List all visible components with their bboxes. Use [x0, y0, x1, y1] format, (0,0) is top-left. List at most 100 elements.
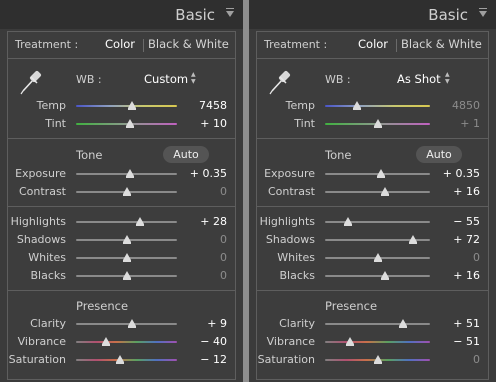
- slider-value[interactable]: 7458: [187, 99, 227, 112]
- wb-select[interactable]: As Shot: [397, 72, 441, 86]
- presence-title: Presence: [325, 299, 378, 313]
- slider-thumb[interactable]: [122, 253, 131, 262]
- wb-label: WB :: [325, 73, 351, 86]
- slider-thumb[interactable]: [398, 319, 407, 328]
- slider-label: Highlights: [259, 215, 315, 228]
- up-down-arrows-icon[interactable]: ▲ ▼: [191, 71, 196, 85]
- slider-label: Saturation: [257, 353, 315, 366]
- panel-header[interactable]: Basic: [0, 0, 243, 29]
- slider-thumb[interactable]: [127, 101, 136, 110]
- slider-thumb[interactable]: [409, 235, 418, 244]
- treatment-color-option[interactable]: Color: [358, 37, 388, 51]
- slider-track-highlights[interactable]: [76, 221, 177, 223]
- slider-track-blacks[interactable]: [325, 275, 430, 277]
- slider-label: Temp: [36, 99, 66, 112]
- up-down-arrows-icon[interactable]: ▲ ▼: [445, 71, 450, 85]
- slider-track-saturation[interactable]: [76, 359, 177, 361]
- slider-value[interactable]: 0: [187, 233, 227, 246]
- slider-value[interactable]: + 0.35: [187, 167, 227, 180]
- presence-title: Presence: [76, 299, 129, 313]
- slider-track-temp[interactable]: [76, 105, 177, 107]
- slider-thumb[interactable]: [102, 337, 111, 346]
- slider-value[interactable]: + 16: [440, 185, 480, 198]
- divider: [8, 206, 235, 207]
- slider-thumb[interactable]: [352, 101, 361, 110]
- divider: [8, 290, 235, 291]
- slider-thumb[interactable]: [122, 271, 131, 280]
- tone-title: Tone: [76, 148, 103, 162]
- slider-value[interactable]: 0: [440, 251, 480, 264]
- panel-title: Basic: [428, 6, 468, 24]
- slider-value[interactable]: − 51: [440, 335, 480, 348]
- slider-track-clarity[interactable]: [76, 323, 177, 325]
- slider-label: Clarity: [279, 317, 315, 330]
- slider-thumb[interactable]: [122, 235, 131, 244]
- slider-thumb[interactable]: [376, 169, 385, 178]
- divider: [257, 206, 488, 207]
- treatment-bw-option[interactable]: Black & White: [401, 37, 482, 51]
- slider-label: Blacks: [279, 269, 316, 282]
- slider-thumb[interactable]: [122, 187, 131, 196]
- slider-value[interactable]: + 9: [187, 317, 227, 330]
- slider-track-highlights[interactable]: [325, 221, 430, 223]
- slider-label: Contrast: [18, 185, 66, 198]
- treatment-divider: [143, 39, 144, 52]
- slider-label: Saturation: [8, 353, 66, 366]
- divider: [257, 290, 488, 291]
- slider-label: Vibrance: [266, 335, 315, 348]
- slider-value[interactable]: + 10: [187, 117, 227, 130]
- slider-value[interactable]: + 72: [440, 233, 480, 246]
- slider-thumb[interactable]: [135, 217, 144, 226]
- wb-label: WB :: [76, 73, 102, 86]
- collapse-triangle-icon[interactable]: [226, 8, 234, 17]
- slider-thumb[interactable]: [125, 169, 134, 178]
- slider-value[interactable]: − 55: [440, 215, 480, 228]
- slider-track-contrast[interactable]: [325, 191, 430, 193]
- panel-header[interactable]: Basic: [249, 0, 496, 29]
- slider-value[interactable]: + 0.35: [440, 167, 480, 180]
- slider-thumb[interactable]: [116, 355, 125, 364]
- slider-value[interactable]: − 12: [187, 353, 227, 366]
- auto-tone-button[interactable]: Auto: [163, 146, 209, 163]
- slider-value[interactable]: − 40: [187, 335, 227, 348]
- auto-tone-button[interactable]: Auto: [416, 146, 462, 163]
- eyedropper-icon[interactable]: [266, 66, 296, 96]
- slider-value[interactable]: + 51: [440, 317, 480, 330]
- slider-thumb[interactable]: [127, 319, 136, 328]
- slider-label: Whites: [28, 251, 66, 264]
- treatment-label: Treatment :: [15, 38, 79, 51]
- slider-label: Shadows: [265, 233, 315, 246]
- slider-track-vibrance[interactable]: [325, 341, 430, 343]
- slider-thumb[interactable]: [373, 355, 382, 364]
- slider-thumb[interactable]: [380, 187, 389, 196]
- slider-value[interactable]: + 1: [440, 117, 480, 130]
- slider-thumb[interactable]: [344, 217, 353, 226]
- divider: [257, 138, 488, 139]
- eyedropper-icon[interactable]: [17, 66, 47, 96]
- slider-value[interactable]: 0: [187, 269, 227, 282]
- slider-value[interactable]: 0: [187, 251, 227, 264]
- slider-label: Tint: [45, 117, 66, 130]
- basic-controls: Treatment : Color Black & White WB : As Shot…: [256, 31, 489, 380]
- treatment-bw-option[interactable]: Black & White: [148, 37, 229, 51]
- slider-track-vibrance[interactable]: [76, 341, 177, 343]
- slider-track-clarity[interactable]: [325, 323, 430, 325]
- slider-value[interactable]: 0: [440, 353, 480, 366]
- slider-value[interactable]: + 28: [187, 215, 227, 228]
- slider-thumb[interactable]: [373, 119, 382, 128]
- slider-label: Highlights: [10, 215, 66, 228]
- slider-label: Contrast: [267, 185, 315, 198]
- slider-thumb[interactable]: [373, 253, 382, 262]
- treatment-color-option[interactable]: Color: [105, 37, 135, 51]
- slider-value[interactable]: + 16: [440, 269, 480, 282]
- collapse-triangle-icon[interactable]: [479, 8, 487, 17]
- slider-thumb[interactable]: [125, 119, 134, 128]
- slider-track-temp[interactable]: [325, 105, 430, 107]
- wb-select[interactable]: Custom: [144, 72, 188, 86]
- slider-value[interactable]: 0: [187, 185, 227, 198]
- treatment-label: Treatment :: [264, 38, 328, 51]
- slider-value[interactable]: 4850: [440, 99, 480, 112]
- tone-title: Tone: [325, 148, 352, 162]
- slider-thumb[interactable]: [346, 337, 355, 346]
- slider-thumb[interactable]: [380, 271, 389, 280]
